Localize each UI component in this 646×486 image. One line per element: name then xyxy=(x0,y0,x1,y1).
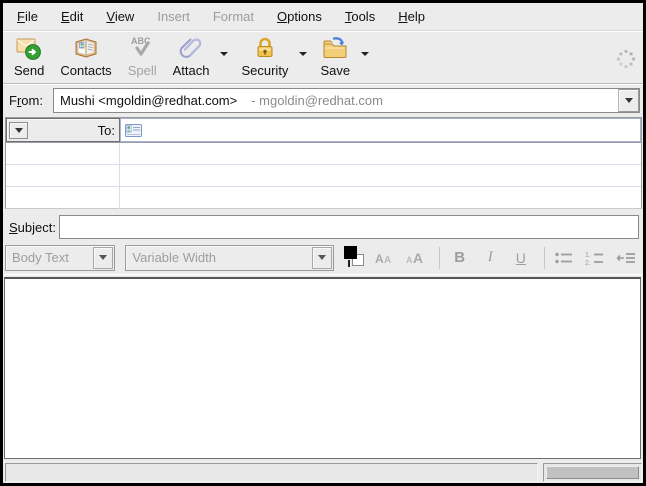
save-label: Save xyxy=(320,63,350,78)
menubar: File Edit View Insert Format Options Too… xyxy=(3,3,643,31)
svg-text:A: A xyxy=(413,250,423,266)
svg-text:A: A xyxy=(406,255,413,265)
svg-text:A: A xyxy=(375,252,384,266)
color-picker-handle xyxy=(348,260,350,267)
toolbar-separator xyxy=(3,83,643,85)
activity-spinner-icon xyxy=(615,48,637,70)
outdent-button xyxy=(612,245,639,271)
save-dropdown-button[interactable] xyxy=(359,52,371,82)
status-message xyxy=(5,463,538,482)
from-address-hint: - mgoldin@redhat.com xyxy=(251,93,383,108)
separator xyxy=(544,247,545,269)
subject-label: Subject: xyxy=(3,220,59,235)
font-name-combobox: Variable Width xyxy=(125,245,334,271)
send-envelope-icon xyxy=(16,35,42,61)
progress-bar xyxy=(543,463,642,482)
chevron-down-icon xyxy=(361,52,369,56)
paragraph-style-value: Body Text xyxy=(6,250,93,265)
paragraph-style-combobox: Body Text xyxy=(5,245,115,271)
statusbar xyxy=(3,461,643,483)
separator xyxy=(439,247,440,269)
bold-button: B xyxy=(446,245,473,271)
contact-card-icon xyxy=(125,124,142,137)
font-name-value: Variable Width xyxy=(126,250,312,265)
recipient-address-input[interactable] xyxy=(120,118,641,142)
chevron-down-icon xyxy=(625,98,633,103)
increase-font-size-button: A A xyxy=(403,245,430,271)
contacts-button[interactable]: Contacts xyxy=(53,34,118,79)
attach-paperclip-icon xyxy=(178,35,204,61)
from-identity-combobox[interactable]: Mushi <mgoldin@redhat.com> - mgoldin@redh… xyxy=(53,88,640,113)
contacts-address-book-icon xyxy=(73,35,99,61)
menu-tools[interactable]: Tools xyxy=(336,5,384,28)
from-value: Mushi <mgoldin@redhat.com> xyxy=(60,93,237,108)
empty-recipient-row[interactable] xyxy=(6,187,641,209)
from-label: From: xyxy=(3,93,53,108)
progress-bar-fill xyxy=(546,466,639,479)
svg-text:A: A xyxy=(384,255,391,266)
numbered-list-button: 1. 2. xyxy=(582,245,609,271)
spell-button: ABC Spell xyxy=(121,34,164,79)
main-toolbar: Send Contacts ABC Spell xyxy=(3,32,643,83)
font-name-arrow-button xyxy=(312,247,332,269)
bullet-list-button xyxy=(551,245,578,271)
chevron-down-icon xyxy=(15,128,23,133)
recipient-row: To: xyxy=(6,118,641,143)
foreground-color-swatch xyxy=(344,246,357,259)
svg-text:2.: 2. xyxy=(585,260,591,266)
outdent-icon xyxy=(616,250,636,266)
save-folder-icon xyxy=(322,35,348,61)
from-combo-arrow-button[interactable] xyxy=(618,89,639,112)
menu-help[interactable]: Help xyxy=(389,5,434,28)
italic-button: I xyxy=(477,245,504,271)
security-lock-icon xyxy=(252,35,278,61)
security-label: Security xyxy=(241,63,288,78)
bullet-list-icon xyxy=(554,250,574,266)
spell-check-icon: ABC xyxy=(129,35,155,61)
increase-font-size-icon: A A xyxy=(406,249,426,267)
menu-file[interactable]: File xyxy=(8,5,47,28)
format-toolbar: Body Text Variable Width A A A A B I xyxy=(3,241,643,275)
recipient-type-label: To: xyxy=(98,123,115,138)
recipient-type-dropdown-button[interactable] xyxy=(9,122,28,139)
chevron-down-icon xyxy=(299,52,307,56)
contacts-label: Contacts xyxy=(60,63,111,78)
compose-window: File Edit View Insert Format Options Too… xyxy=(0,0,646,486)
chevron-down-icon xyxy=(220,52,228,56)
paragraph-style-arrow-button xyxy=(93,247,113,269)
recipient-type-button[interactable]: To: xyxy=(6,118,120,142)
underline-button: U xyxy=(508,245,535,271)
menu-view[interactable]: View xyxy=(97,5,143,28)
message-body-editor[interactable] xyxy=(4,277,641,459)
decrease-font-size-button: A A xyxy=(372,245,399,271)
subject-row: Subject: xyxy=(3,214,643,240)
menu-insert: Insert xyxy=(148,5,199,28)
attach-dropdown-button[interactable] xyxy=(218,52,230,82)
text-color-picker[interactable] xyxy=(344,246,366,269)
spell-label: Spell xyxy=(128,63,157,78)
from-row: From: Mushi <mgoldin@redhat.com> - mgoldi… xyxy=(3,87,643,113)
chevron-down-icon xyxy=(99,255,107,260)
save-button[interactable]: Save xyxy=(313,34,357,79)
chevron-down-icon xyxy=(318,255,326,260)
attach-button[interactable]: Attach xyxy=(166,34,217,79)
send-label: Send xyxy=(14,63,44,78)
subject-input[interactable] xyxy=(59,215,639,239)
decrease-font-size-icon: A A xyxy=(375,250,395,266)
empty-recipient-row[interactable] xyxy=(6,143,641,165)
security-dropdown-button[interactable] xyxy=(297,52,309,82)
security-button[interactable]: Security xyxy=(234,34,295,79)
send-button[interactable]: Send xyxy=(7,34,51,79)
menu-options[interactable]: Options xyxy=(268,5,331,28)
attach-label: Attach xyxy=(173,63,210,78)
numbered-list-icon: 1. 2. xyxy=(585,250,605,266)
menu-edit[interactable]: Edit xyxy=(52,5,92,28)
svg-text:1.: 1. xyxy=(585,252,591,259)
empty-recipient-row[interactable] xyxy=(6,165,641,187)
addressing-area: To: xyxy=(5,117,642,209)
menu-format: Format xyxy=(204,5,263,28)
